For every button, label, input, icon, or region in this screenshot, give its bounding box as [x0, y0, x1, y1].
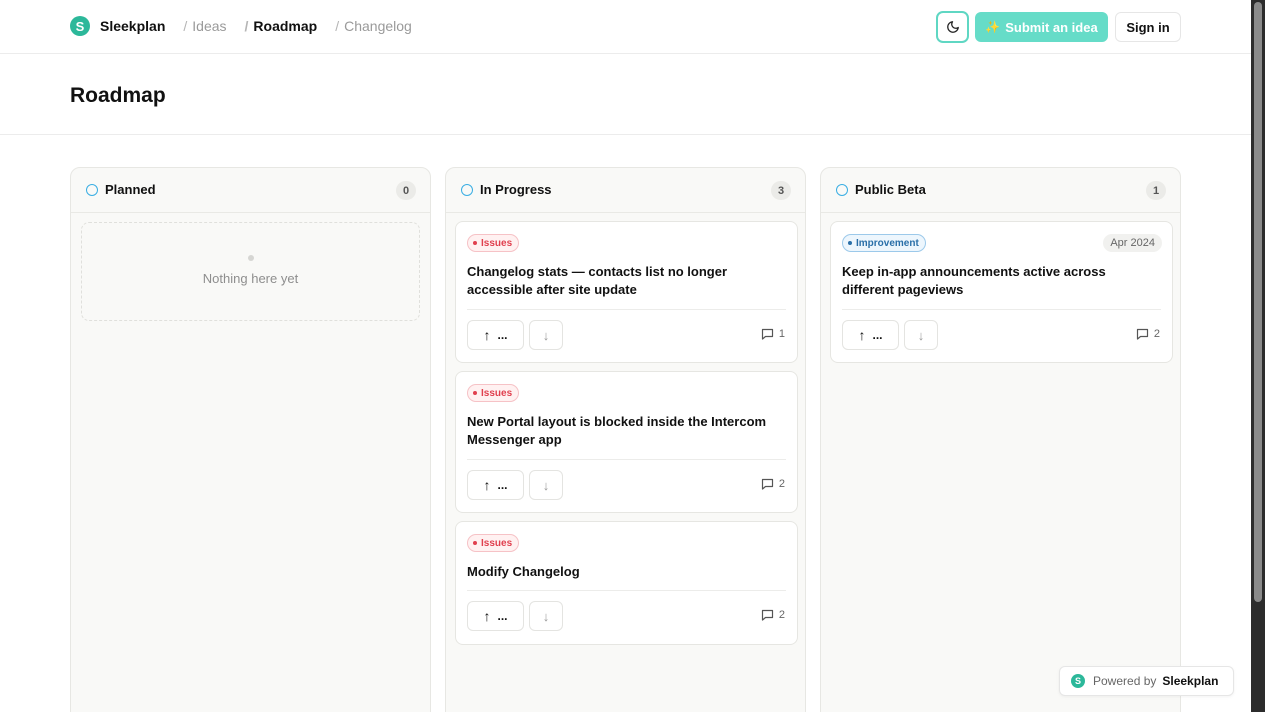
- arrow-down-icon: ↓: [542, 477, 550, 493]
- comment-icon: [761, 328, 773, 340]
- status-ring-icon: [461, 184, 473, 196]
- upvote-button[interactable]: ↑...: [842, 320, 899, 350]
- comment-count: 1: [761, 328, 785, 340]
- column-title: Planned: [105, 182, 156, 197]
- downvote-button[interactable]: ↓: [529, 470, 563, 500]
- breadcrumb: S Sleekplan / Ideas / Roadmap / Changelog: [70, 16, 412, 36]
- column-header: In Progress 3: [446, 168, 805, 213]
- moon-icon: [946, 21, 959, 33]
- badge-dot-icon: [473, 541, 477, 545]
- roadmap-column-planned: Planned 0 Nothing here yet: [70, 167, 431, 712]
- category-badge: Improvement: [842, 234, 926, 252]
- downvote-button[interactable]: ↓: [529, 320, 563, 350]
- arrow-down-icon: ↓: [542, 327, 550, 343]
- theme-toggle-button[interactable]: [936, 11, 969, 43]
- idea-card[interactable]: Issues Modify Changelog ↑... ↓ 2: [455, 521, 798, 645]
- arrow-down-icon: ↓: [917, 327, 925, 343]
- idea-title[interactable]: Keep in-app announcements active across …: [842, 263, 1160, 299]
- column-count-badge: 3: [771, 181, 791, 200]
- category-badge: Issues: [467, 534, 520, 552]
- scrollbar-thumb[interactable]: [1254, 2, 1262, 602]
- comment-count: 2: [1136, 328, 1160, 340]
- arrow-up-icon: ↑: [483, 608, 491, 624]
- comment-icon: [761, 478, 773, 490]
- column-count-badge: 1: [1146, 181, 1166, 200]
- category-badge: Issues: [467, 384, 520, 402]
- column-header: Planned 0: [71, 168, 430, 213]
- empty-state-text: Nothing here yet: [202, 271, 299, 286]
- roadmap-column-in-progress: In Progress 3 Issues Changelog stats — c…: [445, 167, 806, 712]
- column-count-badge: 0: [396, 181, 416, 200]
- column-header: Public Beta 1: [821, 168, 1180, 213]
- idea-card[interactable]: Issues Changelog stats — contacts list n…: [455, 221, 798, 363]
- column-title: Public Beta: [855, 182, 926, 197]
- badge-dot-icon: [473, 241, 477, 245]
- sparkles-icon: ✨: [985, 20, 1001, 34]
- brand-name[interactable]: Sleekplan: [100, 18, 165, 34]
- status-ring-icon: [86, 184, 98, 196]
- badge-dot-icon: [473, 391, 477, 395]
- idea-title[interactable]: Modify Changelog: [467, 563, 785, 581]
- idea-card[interactable]: Improvement Apr 2024 Keep in-app announc…: [830, 221, 1173, 363]
- badge-dot-icon: [848, 241, 852, 245]
- sleekplan-logo-icon: S: [1071, 674, 1085, 688]
- card-divider: [467, 459, 786, 460]
- idea-card[interactable]: Issues New Portal layout is blocked insi…: [455, 371, 798, 513]
- column-title: In Progress: [480, 182, 552, 197]
- powered-by-badge[interactable]: S Powered by Sleekplan: [1059, 666, 1234, 696]
- date-badge: Apr 2024: [1103, 234, 1162, 252]
- arrow-up-icon: ↑: [483, 327, 491, 343]
- empty-dot-icon: [248, 255, 254, 261]
- card-divider: [467, 590, 786, 591]
- comment-count: 2: [761, 478, 785, 490]
- card-divider: [467, 309, 786, 310]
- arrow-down-icon: ↓: [542, 608, 550, 624]
- comment-icon: [1136, 328, 1148, 340]
- submit-idea-button[interactable]: ✨ Submit an idea: [975, 12, 1108, 42]
- arrow-up-icon: ↑: [858, 327, 866, 343]
- vertical-scrollbar[interactable]: [1251, 0, 1265, 712]
- comment-count: 2: [761, 609, 785, 621]
- status-ring-icon: [836, 184, 848, 196]
- roadmap-column-public-beta: Public Beta 1 Improvement Apr 2024 Keep …: [820, 167, 1181, 712]
- comment-icon: [761, 609, 773, 621]
- upvote-button[interactable]: ↑...: [467, 320, 524, 350]
- sleekplan-logo[interactable]: S: [70, 16, 90, 36]
- arrow-up-icon: ↑: [483, 477, 491, 493]
- empty-state: Nothing here yet: [81, 222, 420, 321]
- nav-link-ideas[interactable]: / Ideas: [183, 18, 226, 34]
- idea-title[interactable]: New Portal layout is blocked inside the …: [467, 413, 785, 449]
- upvote-button[interactable]: ↑...: [467, 601, 524, 631]
- sign-in-button[interactable]: Sign in: [1115, 12, 1181, 42]
- nav-link-roadmap[interactable]: / Roadmap: [245, 18, 318, 34]
- page-title: Roadmap: [70, 84, 166, 107]
- downvote-button[interactable]: ↓: [904, 320, 938, 350]
- page-header: Roadmap: [0, 54, 1251, 135]
- upvote-button[interactable]: ↑...: [467, 470, 524, 500]
- card-divider: [842, 309, 1161, 310]
- nav-link-changelog[interactable]: / Changelog: [335, 18, 412, 34]
- top-navigation-bar: S Sleekplan / Ideas / Roadmap / Changelog ✨…: [0, 0, 1251, 54]
- downvote-button[interactable]: ↓: [529, 601, 563, 631]
- idea-title[interactable]: Changelog stats — contacts list no longe…: [467, 263, 785, 299]
- category-badge: Issues: [467, 234, 520, 252]
